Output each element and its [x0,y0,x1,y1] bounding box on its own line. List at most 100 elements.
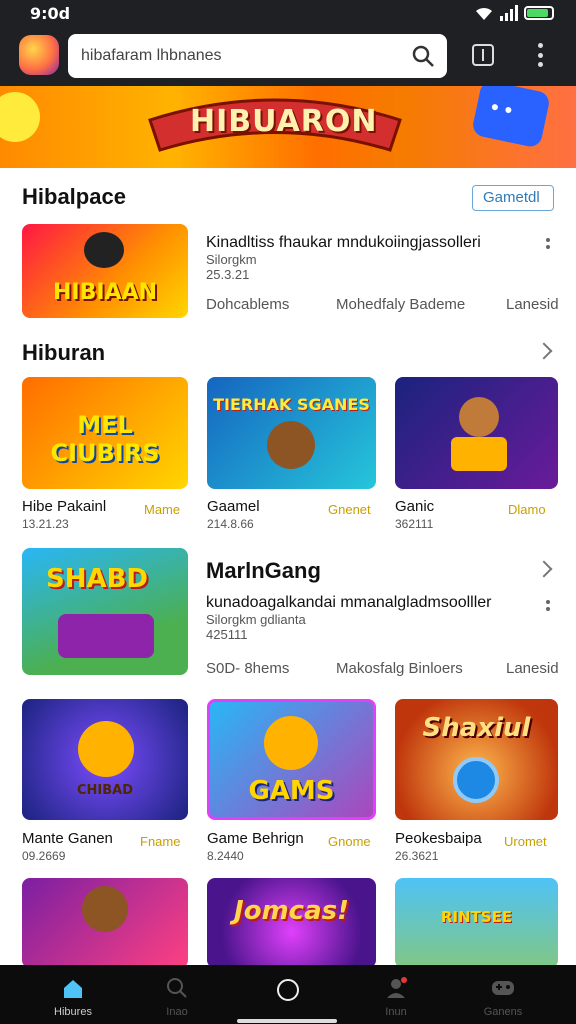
section-title-hibalpace: Hibalpace [22,184,126,209]
bear-mascot [78,721,134,777]
nav-item-home[interactable]: Hibures [23,965,123,1024]
card-thumb-text: MEL CIUBIRS [50,411,160,467]
featured-subtitle: Silorgkm gdlianta [206,612,306,627]
status-time: 9:0d [30,4,71,23]
tabs-icon[interactable] [472,44,494,66]
card-meta: 13.21.23 [22,517,69,531]
nav-item-games[interactable]: Ganens [453,965,553,1024]
chevron-right-icon[interactable] [535,560,553,578]
bear-mascot [459,397,499,437]
featured-stat: Makosfalg Binloers [336,660,463,677]
nav-item-center[interactable] [238,965,338,1024]
section-action-label: Gametdl [483,189,540,206]
card-tag: Gnenet [328,502,371,517]
featured-thumb-text: HIBIAAN [52,280,158,305]
gamepad-icon [492,981,514,995]
signal-icon [500,5,518,21]
card-meta: 09.2669 [22,849,66,863]
card-tag: Fname [140,834,181,849]
game-card-thumbnail[interactable]: RINTSEE [395,878,558,968]
circle-icon [277,979,299,1001]
featured-stat: Lanesid [506,660,559,677]
app-logo[interactable] [19,35,59,75]
wifi-icon [476,7,492,21]
game-card-thumbnail[interactable]: Shaxiul [395,699,558,820]
card-name[interactable]: Hibe Pakainl [22,498,106,515]
card-thumb-text: TIERHAK SGANES [213,395,370,414]
card-tag: Uromet [504,834,547,849]
nav-label: Ganens [483,1006,523,1018]
search-icon[interactable] [411,44,435,68]
featured-meta: 25.3.21 [206,267,250,282]
card-meta: 362111 [395,517,434,531]
search-icon [167,978,187,998]
card-thumb-text: RINTSEE [440,908,513,926]
featured-meta: 425111 [206,627,248,642]
search-query: hibafaram lhbnanes [81,47,222,64]
featured-stat: S0D- 8hems [206,660,290,677]
game-card-thumbnail[interactable]: TIERHAK SGANES [207,377,376,489]
bottom-nav: Hibures Inao Inun Ganens [0,965,576,1024]
card-meta: 8.2440 [207,849,244,863]
card-tag: Dlamo [508,502,546,517]
card-name[interactable]: Peokesbaipa [395,830,482,847]
nav-label: Inun [385,1006,407,1018]
status-icons [474,5,554,21]
featured-stat: Mohedfaly Bademe [336,296,466,313]
featured-more-icon[interactable] [546,600,552,611]
featured-more-icon[interactable] [546,238,552,249]
card-thumb-text: GAMS [248,776,335,806]
card-thumb-text: Jomcas! [234,896,349,926]
game-card-thumbnail[interactable] [395,377,558,489]
featured-subtitle: Silorgkm [206,252,257,267]
card-tag: Mame [144,502,181,517]
bear-mascot [267,421,315,469]
game-card-thumbnail[interactable]: GAMS [207,699,376,820]
nav-item-profile[interactable]: Inun [346,965,446,1024]
home-indicator[interactable] [237,1019,337,1023]
bear-mascot [82,886,128,932]
section-action-button[interactable]: Gametdl [472,185,554,211]
person-icon [387,977,407,998]
battery-icon [524,6,554,20]
featured-title[interactable]: Kinadltiss fhaukar mndukoiingjassolleri [206,234,481,252]
top-bar: hibafaram lhbnanes [0,26,576,86]
game-card-thumbnail[interactable]: Jomcas! [207,878,376,968]
section-title-marlngang: MarlnGang [206,558,321,583]
nav-item-search[interactable]: Inao [127,965,227,1024]
nav-label: Inao [166,1006,188,1018]
card-tag: Gnome [328,834,371,849]
main-content: Hibalpace Gametdl HIBIAAN Kinadltiss fha… [0,168,576,968]
search-input[interactable]: hibafaram lhbnanes [68,34,447,78]
nav-label: Hibures [54,1006,92,1018]
game-card-thumbnail[interactable]: CHIBAD [22,699,188,820]
featured-thumb-text: SHABD [46,564,149,594]
card-name[interactable]: Game Behrign [207,830,304,847]
card-meta: 26.3621 [395,849,439,863]
card-thumb-text: CHIBAD [76,783,134,798]
bear-mascot [84,232,124,268]
featured-thumbnail[interactable]: SHABD [22,548,188,675]
arcade-machine-decoration [58,614,154,658]
card-meta: 214.8.66 [207,517,254,531]
hero-ball-decoration [0,92,40,142]
hero-banner[interactable]: HIBUARON [0,86,576,168]
featured-stat: Dohcablems [206,296,290,313]
card-name[interactable]: Ganic [395,498,434,515]
card-thumb-text: Shaxiul [422,713,531,743]
status-bar: 9:0d [0,0,576,26]
featured-thumbnail[interactable]: HIBIAAN [22,224,188,318]
home-icon [64,980,82,998]
section-title-hiburan: Hiburan [22,340,106,365]
game-card-thumbnail[interactable]: MEL CIUBIRS [22,377,188,489]
gem-decoration [453,757,499,803]
chevron-right-icon[interactable] [535,342,553,360]
hero-title: HIBUARON [190,104,378,139]
featured-title[interactable]: kunadoagalkandai mmanalgladmsoolller [206,594,492,612]
featured-stat: Lanesid [506,296,559,313]
card-name[interactable]: Gaamel [207,498,260,515]
more-menu-icon[interactable] [530,40,550,70]
card-name[interactable]: Mante Ganen [22,830,113,847]
pedestal-decoration [451,437,507,471]
game-card-thumbnail[interactable] [22,878,188,968]
